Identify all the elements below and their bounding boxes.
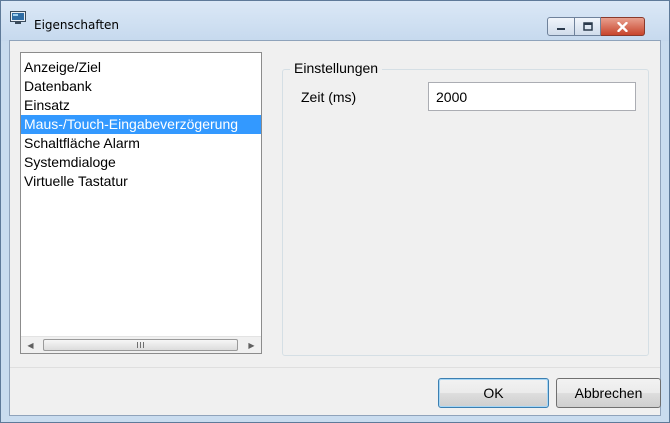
minimize-button[interactable] bbox=[547, 17, 575, 36]
scroll-right-icon: ▶ bbox=[248, 340, 255, 350]
properties-dialog: Eigenschaften Anzeige/Ziel Datenbank Ein… bbox=[0, 0, 670, 423]
category-list[interactable]: Anzeige/Ziel Datenbank Einsatz Maus-/Tou… bbox=[20, 52, 262, 354]
scroll-left-icon: ◀ bbox=[27, 340, 34, 350]
window-title: Eigenschaften bbox=[34, 18, 120, 32]
ok-button[interactable]: OK bbox=[438, 378, 549, 408]
list-item-anzeige-ziel[interactable]: Anzeige/Ziel bbox=[21, 58, 261, 77]
button-separator bbox=[10, 367, 660, 368]
list-item-virtuelle-tastatur[interactable]: Virtuelle Tastatur bbox=[21, 172, 261, 191]
list-item-schaltflaeche-alarm[interactable]: Schaltfläche Alarm bbox=[21, 134, 261, 153]
settings-group bbox=[282, 69, 649, 356]
scroll-left-button[interactable]: ◀ bbox=[22, 337, 39, 353]
list-item-maus-touch-eingabeverzoegerung[interactable]: Maus-/Touch-Eingabeverzögerung bbox=[21, 115, 261, 134]
thumb-grip-icon bbox=[136, 342, 145, 348]
app-icon bbox=[10, 11, 26, 24]
settings-group-title: Einstellungen bbox=[290, 60, 383, 76]
title-bar[interactable]: Eigenschaften bbox=[1, 1, 669, 41]
scrollbar-thumb[interactable] bbox=[43, 339, 238, 351]
maximize-button[interactable] bbox=[575, 17, 601, 36]
time-label: Zeit (ms) bbox=[301, 89, 357, 105]
minimize-icon bbox=[557, 27, 565, 30]
dialog-body: Anzeige/Ziel Datenbank Einsatz Maus-/Tou… bbox=[9, 40, 661, 416]
list-item-einsatz[interactable]: Einsatz bbox=[21, 96, 261, 115]
close-button[interactable] bbox=[601, 17, 645, 36]
cancel-button[interactable]: Abbrechen bbox=[556, 378, 661, 408]
list-item-datenbank[interactable]: Datenbank bbox=[21, 77, 261, 96]
horizontal-scrollbar[interactable]: ◀ ▶ bbox=[21, 336, 261, 353]
scroll-right-button[interactable]: ▶ bbox=[243, 337, 260, 353]
maximize-icon bbox=[582, 22, 593, 31]
close-icon bbox=[617, 21, 628, 32]
caption-buttons bbox=[547, 17, 645, 36]
list-item-systemdialoge[interactable]: Systemdialoge bbox=[21, 153, 261, 172]
time-input[interactable] bbox=[428, 82, 636, 111]
